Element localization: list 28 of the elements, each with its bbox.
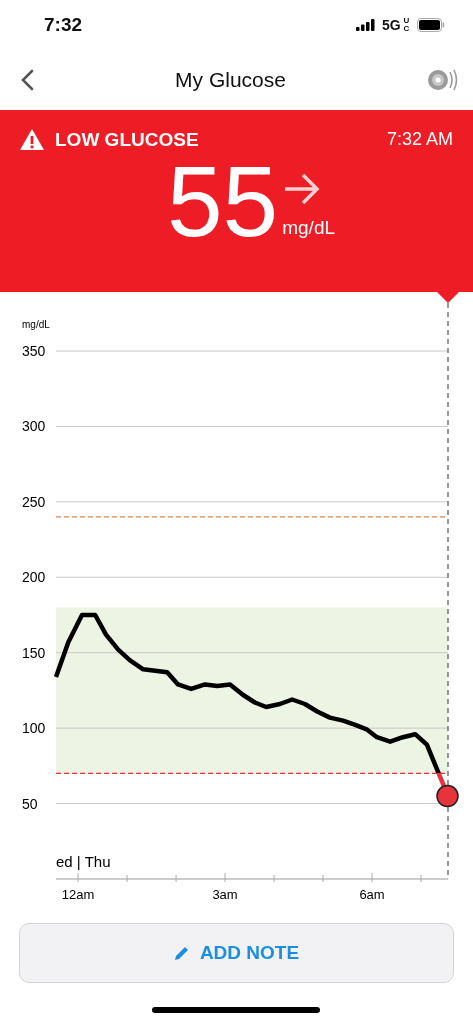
page-title: My Glucose [175,68,286,92]
back-icon[interactable] [20,69,34,91]
y-tick-label: 250 [22,493,46,510]
glucose-value: 55 [166,151,279,251]
status-time: 7:32 [44,14,83,36]
y-tick-label: 300 [22,418,46,435]
x-tick-label: 6am [359,887,385,902]
y-tick-label: 100 [22,720,46,737]
current-reading-marker [436,784,459,808]
pencil-icon [173,945,190,961]
y-tick-label: 200 [22,569,46,586]
x-tick-label: 12am [61,887,95,902]
network-label: 5G [381,17,401,33]
day-label: ed | Thu [56,853,111,870]
y-tick-label: 150 [22,644,46,661]
glucose-unit: mg/dL [282,217,335,239]
y-tick-label: 50 [22,795,38,812]
x-tick-label: 3am [212,887,238,902]
y-tick-label: 350 [22,343,46,359]
alert-time: 7:32 AM [386,129,453,150]
battery-icon [417,18,445,32]
network-sublabel: UC [403,17,410,33]
y-axis-unit: mg/dL [22,319,50,330]
warning-icon [19,128,45,151]
sensor-icon[interactable] [427,68,459,92]
signal-icon [355,19,376,31]
add-note-button[interactable]: ADD NOTE [19,923,454,983]
alert-label: LOW GLUCOSE [55,128,199,151]
